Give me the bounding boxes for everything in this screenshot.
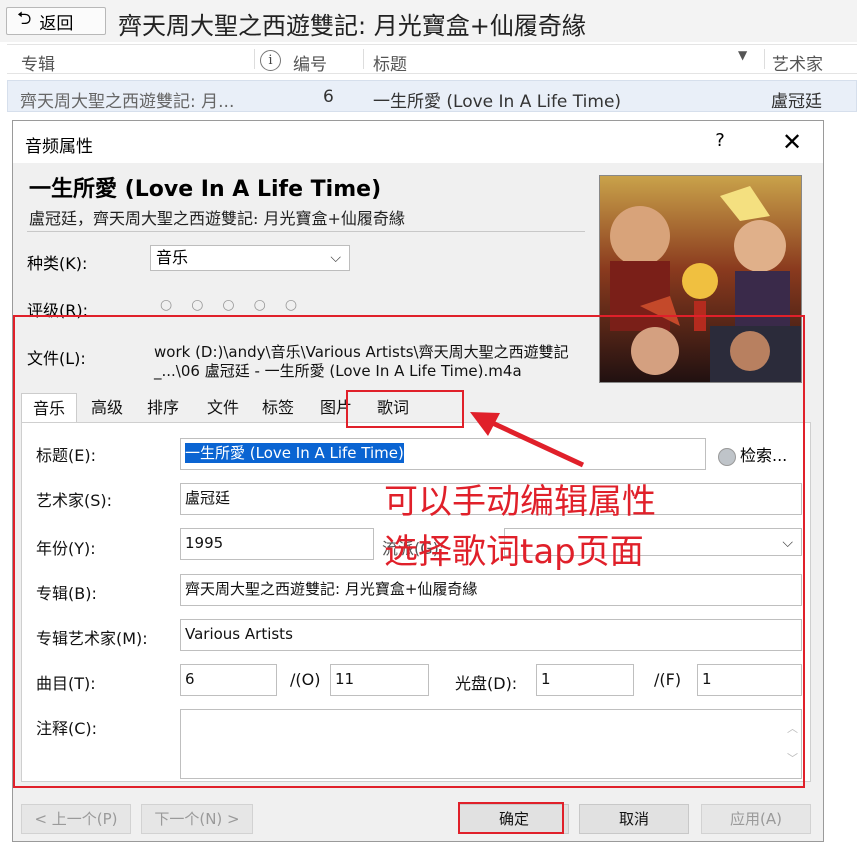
annotation-line2: 选择歌词tap页面 bbox=[384, 532, 644, 572]
annotation-line1: 可以手动编辑属性 bbox=[384, 482, 656, 522]
arrow-shaft bbox=[484, 417, 585, 468]
annotation-text: 可以手动编辑属性 选择歌词tap页面 bbox=[384, 477, 656, 577]
annotation-arrow bbox=[470, 412, 585, 468]
